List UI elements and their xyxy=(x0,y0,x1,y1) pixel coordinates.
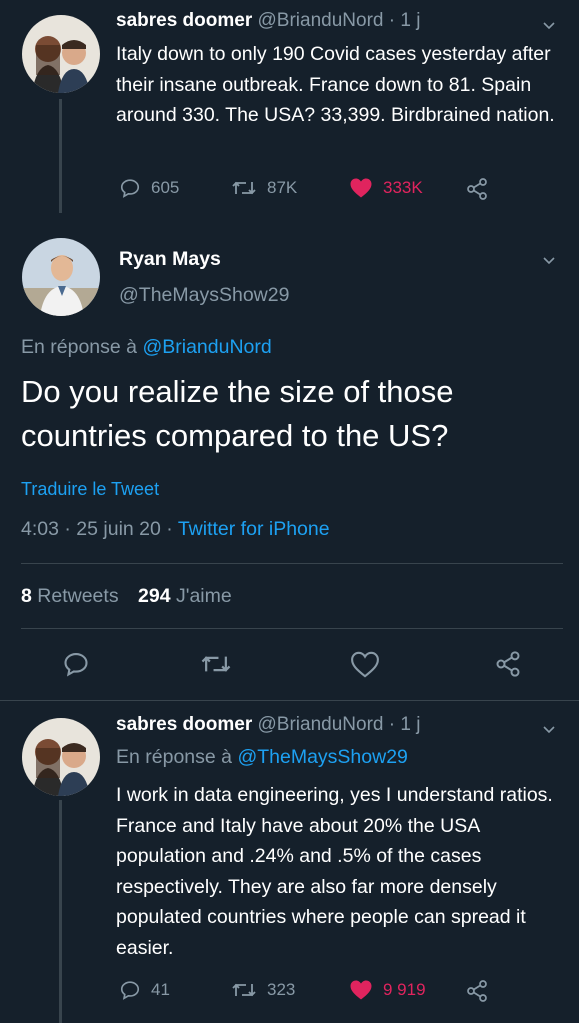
retweet-count: 323 xyxy=(267,980,296,999)
share-button[interactable] xyxy=(494,650,522,683)
like-count: 9 919 xyxy=(383,980,426,999)
retweet-count: 87K xyxy=(267,178,298,197)
heart-outline-icon xyxy=(351,651,379,678)
heart-icon xyxy=(350,178,372,198)
reply-count: 605 xyxy=(151,178,180,197)
divider xyxy=(21,563,563,564)
chevron-down-icon[interactable] xyxy=(542,254,556,268)
timestamp[interactable]: 4:03 · 25 juin 20 · xyxy=(21,518,173,540)
avatar[interactable] xyxy=(22,238,100,316)
tweet-source[interactable]: Twitter for iPhone xyxy=(178,518,330,540)
likes-label: J'aime xyxy=(175,585,232,607)
share-button[interactable] xyxy=(465,177,489,206)
reply-icon xyxy=(120,981,140,1000)
heart-icon xyxy=(350,980,372,1000)
focused-tweet-text: Do you realize the size of those countri… xyxy=(21,374,454,453)
reply-button[interactable]: 41 xyxy=(119,979,170,1001)
chevron-down-icon[interactable] xyxy=(542,19,556,33)
divider xyxy=(0,700,579,701)
retweet-icon xyxy=(201,656,231,672)
retweets-count: 8 xyxy=(21,585,32,607)
likes-stat[interactable]: 294 J'aime xyxy=(138,585,232,607)
reply-button[interactable] xyxy=(62,650,90,683)
translate-link[interactable]: Traduire le Tweet xyxy=(21,479,159,500)
retweet-button[interactable] xyxy=(200,650,232,683)
author-handle-time[interactable]: @BrianduNord · 1 j xyxy=(258,10,421,31)
avatar[interactable] xyxy=(22,718,100,796)
retweet-button[interactable]: 87K xyxy=(231,177,297,199)
tweet-text: Italy down to only 190 Covid cases yeste… xyxy=(116,43,555,126)
share-button[interactable] xyxy=(465,979,489,1008)
reply-button[interactable]: 605 xyxy=(119,177,179,199)
reply-count: 41 xyxy=(151,980,170,999)
share-icon xyxy=(496,651,520,677)
reply-to-link[interactable]: @TheMaysShow29 xyxy=(237,746,407,768)
author-name[interactable]: Ryan Mays xyxy=(119,248,221,271)
share-icon xyxy=(467,980,487,1002)
like-count: 333K xyxy=(383,178,423,197)
author-handle-time[interactable]: @BrianduNord · 1 j xyxy=(258,714,421,735)
retweet-icon xyxy=(232,181,256,195)
retweets-stat[interactable]: 8 Retweets xyxy=(21,585,124,607)
reply-icon xyxy=(64,653,88,677)
thread-line xyxy=(59,99,62,213)
author-handle[interactable]: @TheMaysShow29 xyxy=(119,284,289,307)
avatar[interactable] xyxy=(22,15,100,93)
thread-line xyxy=(59,800,62,1023)
like-button[interactable]: 333K xyxy=(349,177,423,199)
retweets-label: Retweets xyxy=(37,585,119,607)
like-button[interactable] xyxy=(350,651,380,683)
divider xyxy=(21,628,563,629)
share-icon xyxy=(467,178,487,200)
reply-context-label: En réponse à xyxy=(21,336,138,358)
retweet-icon xyxy=(232,983,256,997)
like-button[interactable]: 9 919 xyxy=(349,979,426,1001)
author-name[interactable]: sabres doomer xyxy=(116,714,252,735)
reply-context-label: En réponse à xyxy=(116,746,233,768)
tweet-text: I work in data engineering, yes I unders… xyxy=(116,784,553,959)
reply-icon xyxy=(120,179,140,198)
likes-count: 294 xyxy=(138,585,171,607)
reply-to-link[interactable]: @BrianduNord xyxy=(142,336,271,358)
engagement-stats: 8 Retweets 294 J'aime xyxy=(21,585,232,608)
author-name[interactable]: sabres doomer xyxy=(116,10,252,31)
chevron-down-icon[interactable] xyxy=(542,723,556,737)
retweet-button[interactable]: 323 xyxy=(231,979,295,1001)
